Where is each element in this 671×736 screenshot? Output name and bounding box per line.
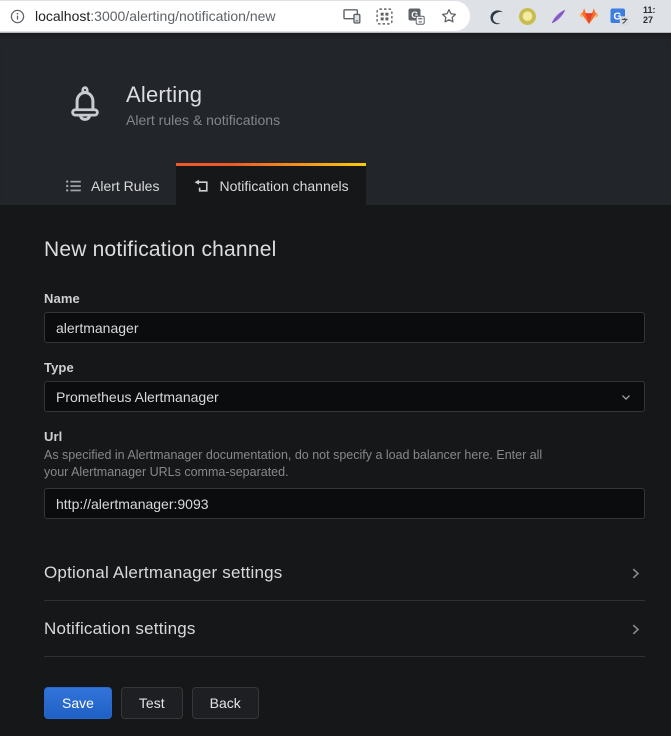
section-notification-settings[interactable]: Notification settings [44,601,645,657]
section-optional-alertmanager-settings[interactable]: Optional Alertmanager settings [44,545,645,601]
page-info-icon[interactable] [9,8,26,25]
swirl-extension-icon[interactable] [486,6,506,26]
form-actions: Save Test Back [44,687,645,719]
url-field: Url As specified in Alertmanager documen… [44,429,645,519]
type-field: Type Prometheus Alertmanager [44,360,645,412]
url-text[interactable]: localhost:3000/alerting/notification/new [35,8,328,24]
type-select-value: Prometheus Alertmanager [56,389,219,405]
back-button[interactable]: Back [192,687,259,719]
translate-extension-icon[interactable]: G [610,6,630,26]
tab-notification-channels[interactable]: Notification channels [176,163,365,205]
list-icon [65,178,82,194]
feather-extension-icon[interactable] [548,6,568,26]
notification-channel-form: New notification channel Name Type Prome… [0,238,671,719]
address-bar[interactable]: localhost:3000/alerting/notification/new… [0,1,470,31]
test-button[interactable]: Test [121,687,183,719]
url-help-text: As specified in Alertmanager documentati… [44,447,645,480]
url-input[interactable] [44,488,645,519]
url-path: :3000/alerting/notification/new [90,8,275,24]
bell-icon [66,82,104,128]
chevron-right-icon [628,566,643,581]
section-label: Optional Alertmanager settings [44,563,282,583]
send-to-devices-icon[interactable] [343,8,361,24]
gitlab-extension-icon[interactable] [579,6,599,26]
page-subtitle: Alert rules & notifications [126,112,280,128]
tab-alert-rules[interactable]: Alert Rules [48,163,176,205]
notification-channel-icon [193,177,210,194]
yellow-circle-extension-icon[interactable] [517,6,537,26]
page-title: Alerting [126,82,280,108]
translate-page-icon[interactable]: G [408,8,425,25]
tab-label: Alert Rules [91,178,159,194]
system-clock: 11: 27 [643,6,656,26]
type-label: Type [44,360,645,375]
save-button[interactable]: Save [44,687,112,719]
url-host: localhost [35,8,90,24]
name-field: Name [44,291,645,343]
bookmark-star-icon[interactable] [440,7,458,25]
tab-bar: Alert Rules Notification channels [0,163,671,205]
apps-grid-icon[interactable] [376,8,393,25]
section-label: Notification settings [44,619,196,639]
url-label: Url [44,429,645,444]
tab-label: Notification channels [219,178,348,194]
chevron-down-icon [619,390,633,404]
extensions-area: G 11: 27 [486,6,656,26]
name-label: Name [44,291,645,306]
browser-toolbar: localhost:3000/alerting/notification/new… [0,0,671,33]
type-select[interactable]: Prometheus Alertmanager [44,381,645,412]
collapsible-sections: Optional Alertmanager settings Notificat… [44,545,645,657]
chevron-right-icon [628,622,643,637]
form-title: New notification channel [44,238,645,262]
alerting-page-header: Alerting Alert rules & notifications Ale… [0,33,671,205]
name-input[interactable] [44,312,645,343]
